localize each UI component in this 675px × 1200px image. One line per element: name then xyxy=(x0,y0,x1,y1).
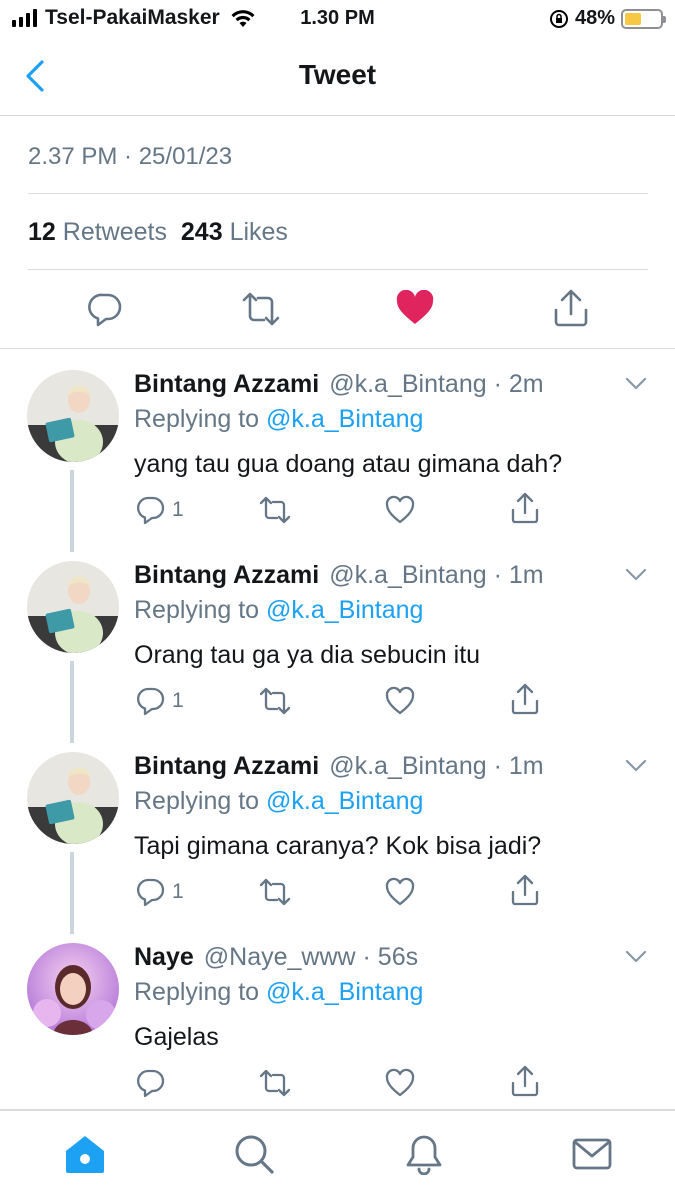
thread-line xyxy=(70,661,74,743)
battery-percent: 48% xyxy=(574,7,615,29)
reply-icon[interactable] xyxy=(136,495,166,525)
reply-count: 1 xyxy=(172,689,184,712)
heart-filled-icon[interactable] xyxy=(396,290,434,326)
retweet-icon[interactable] xyxy=(258,686,292,716)
heart-icon[interactable] xyxy=(385,1068,415,1098)
heart-icon[interactable] xyxy=(385,686,415,716)
divider xyxy=(28,193,648,194)
chevron-down-icon[interactable] xyxy=(625,568,647,582)
reply-author-handle: @k.a_Bintang · 1m xyxy=(329,561,544,589)
reply-header: Naye @Naye_www · 56s xyxy=(134,943,418,972)
reply-author-name[interactable]: Bintang Azzami xyxy=(134,752,319,780)
heart-icon[interactable] xyxy=(385,495,415,525)
reply-action[interactable]: 1 xyxy=(136,686,184,716)
page-title: Tweet xyxy=(298,59,377,90)
share-icon[interactable] xyxy=(510,1064,540,1098)
replying-to-mention[interactable]: @k.a_Bintang xyxy=(266,405,423,433)
replying-to-prefix: Replying to xyxy=(134,787,260,815)
retweet-icon[interactable] xyxy=(258,877,292,907)
share-icon[interactable] xyxy=(510,682,540,716)
reply-header: Bintang Azzami @k.a_Bintang · 1m xyxy=(134,561,544,590)
divider xyxy=(28,269,648,270)
replying-to-mention[interactable]: @k.a_Bintang xyxy=(266,787,423,815)
avatar[interactable] xyxy=(27,370,119,462)
reply-author-handle: @k.a_Bintang · 1m xyxy=(329,752,544,780)
reply-icon[interactable] xyxy=(136,1068,166,1098)
tweet-timestamp: 2.37 PM · 25/01/23 xyxy=(28,143,233,170)
battery-fill xyxy=(625,12,642,25)
heart-icon[interactable] xyxy=(385,877,415,907)
replying-to-line: Replying to @k.a_Bintang xyxy=(134,596,423,625)
retweet-icon[interactable] xyxy=(258,495,292,525)
thread-line xyxy=(70,470,74,552)
share-icon[interactable] xyxy=(510,873,540,907)
replying-to-prefix: Replying to xyxy=(134,405,260,433)
status-bar: Tsel-PakaiMasker 1.30 PM 48% xyxy=(0,0,675,38)
retweets-label[interactable]: Retweets xyxy=(63,218,167,246)
replying-to-line: Replying to @k.a_Bintang xyxy=(134,978,423,1007)
reply-author-handle: @k.a_Bintang · 2m xyxy=(329,370,544,398)
chevron-down-icon[interactable] xyxy=(625,950,647,964)
reply-count: 1 xyxy=(172,880,184,903)
retweet-icon[interactable] xyxy=(258,1068,292,1098)
mail-icon[interactable] xyxy=(571,1133,613,1175)
reply-header: Bintang Azzami @k.a_Bintang · 2m xyxy=(134,370,544,399)
thread-line xyxy=(70,852,74,934)
retweet-icon[interactable] xyxy=(240,290,282,328)
reply-header: Bintang Azzami @k.a_Bintang · 1m xyxy=(134,752,544,781)
battery-icon xyxy=(621,8,666,29)
reply-author-handle: @Naye_www · 56s xyxy=(203,943,419,971)
retweets-count[interactable]: 12 xyxy=(28,218,56,246)
reply-icon[interactable] xyxy=(136,686,166,716)
reply-count: 1 xyxy=(172,498,184,521)
likes-label[interactable]: Likes xyxy=(230,218,288,246)
bell-icon[interactable] xyxy=(403,1133,445,1175)
divider xyxy=(0,348,675,349)
rotation-lock-icon xyxy=(549,9,568,28)
reply-text: Orang tau ga ya dia sebucin itu xyxy=(134,641,481,669)
reply-text: yang tau gua doang atau gimana dah? xyxy=(134,450,563,478)
reply-author-name[interactable]: Bintang Azzami xyxy=(134,370,319,398)
reply-author-name[interactable]: Bintang Azzami xyxy=(134,561,319,589)
avatar[interactable] xyxy=(27,943,119,1035)
status-right: 48% xyxy=(549,7,666,30)
share-icon[interactable] xyxy=(552,288,590,328)
tweet-actions xyxy=(0,288,675,332)
reply-icon[interactable] xyxy=(136,877,166,907)
chevron-down-icon[interactable] xyxy=(625,377,647,391)
avatar[interactable] xyxy=(27,752,119,844)
replying-to-prefix: Replying to xyxy=(134,978,260,1006)
reply-text: Gajelas xyxy=(134,1023,219,1051)
reply-icon[interactable] xyxy=(86,290,124,328)
nav-bar: Tweet xyxy=(0,38,675,116)
reply-author-name[interactable]: Naye xyxy=(134,943,194,971)
home-icon[interactable] xyxy=(64,1133,106,1175)
avatar[interactable] xyxy=(27,561,119,653)
reply-action[interactable] xyxy=(136,1068,172,1098)
chevron-down-icon[interactable] xyxy=(625,759,647,773)
replying-to-mention[interactable]: @k.a_Bintang xyxy=(266,596,423,624)
tab-bar xyxy=(0,1110,675,1200)
likes-count[interactable]: 243 xyxy=(181,218,223,246)
tweet-stats: 12 Retweets 243 Likes xyxy=(28,218,288,247)
reply-text: Tapi gimana caranya? Kok bisa jadi? xyxy=(134,832,542,860)
replying-to-mention[interactable]: @k.a_Bintang xyxy=(266,978,423,1006)
replying-to-prefix: Replying to xyxy=(134,596,260,624)
reply-action[interactable]: 1 xyxy=(136,877,184,907)
share-icon[interactable] xyxy=(510,491,540,525)
replying-to-line: Replying to @k.a_Bintang xyxy=(134,787,423,816)
replying-to-line: Replying to @k.a_Bintang xyxy=(134,405,423,434)
reply-action[interactable]: 1 xyxy=(136,495,184,525)
search-icon[interactable] xyxy=(233,1133,275,1175)
